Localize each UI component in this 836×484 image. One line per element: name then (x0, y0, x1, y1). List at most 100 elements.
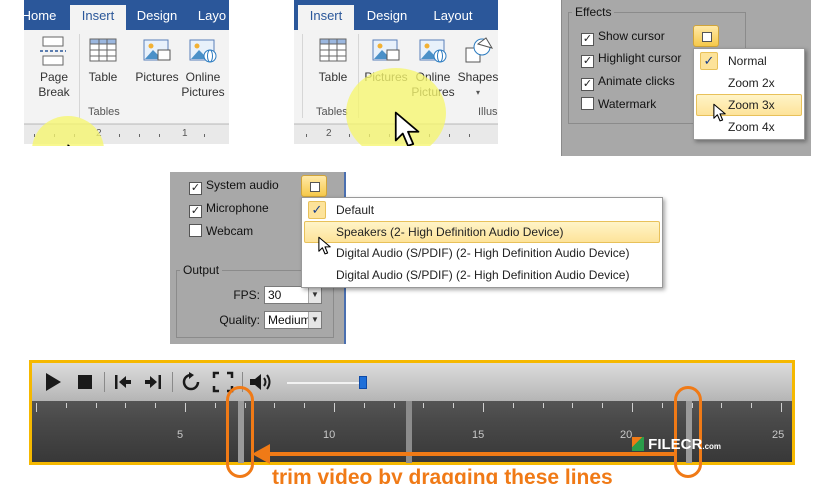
device-menu-item-default[interactable]: ✓ Default (304, 200, 660, 222)
ruler-tick (204, 134, 205, 137)
pictures-button[interactable]: Pictures (132, 36, 182, 85)
timeline-tick (125, 403, 127, 408)
check-icon: ✓ (308, 201, 326, 219)
tab-insert[interactable]: Insert (298, 5, 354, 30)
mouse-cursor-icon (67, 144, 71, 146)
checkbox-box: ✓ (581, 55, 594, 68)
zoom-menu-item-3x[interactable]: Zoom 3x (696, 94, 802, 116)
quality-value: Medium (268, 313, 311, 327)
table-button[interactable]: Table (84, 36, 122, 85)
timeline-tick (95, 403, 97, 408)
zoom-menu-item-4x[interactable]: Zoom 4x (696, 117, 802, 139)
zoom-menu-item-2x[interactable]: Zoom 2x (696, 73, 802, 95)
volume-slider-thumb[interactable] (359, 376, 367, 389)
online-pictures-icon (189, 39, 217, 63)
table-label: Table (88, 70, 118, 84)
trim-end-annotation-ring (674, 386, 702, 478)
webcam-checkbox[interactable]: Webcam (189, 224, 253, 240)
effects-legend: Effects (572, 5, 615, 19)
zoom-option-label: Zoom 3x (728, 98, 775, 112)
tab-insert[interactable]: Insert (70, 5, 126, 30)
zoom-menu: ✓ Normal Zoom 2x Zoom 3x Zoom 4x (693, 48, 805, 140)
fps-label: FPS: (233, 288, 260, 302)
group-separator (79, 34, 80, 118)
highlight-cursor-checkbox[interactable]: ✓ Highlight cursor (581, 51, 682, 68)
timeline-tick (602, 403, 604, 408)
show-cursor-checkbox[interactable]: ✓ Show cursor (581, 29, 665, 46)
trim-start-annotation-ring (226, 386, 254, 478)
online-pictures-icon (419, 39, 447, 63)
system-audio-checkbox[interactable]: ✓ System audio (189, 178, 279, 195)
timeline-tick (781, 403, 782, 412)
arrow-head-icon (252, 444, 270, 464)
tab-home[interactable]: Home (24, 5, 60, 30)
brand-icon (632, 437, 644, 451)
group-label-tables: Tables (316, 106, 348, 118)
ruler-tick (119, 134, 120, 137)
table-icon (89, 38, 117, 62)
table-button[interactable]: Table (314, 36, 352, 85)
cursor-options-dropdown-button[interactable] (693, 25, 719, 47)
shapes-label: Shapes (457, 70, 498, 84)
timeline-tick (214, 403, 216, 408)
device-menu-item-spdif-2[interactable]: Digital Audio (S/PDIF) (2- High Definiti… (304, 265, 660, 287)
skip-to-end-icon[interactable] (142, 371, 164, 393)
toolbar-separator (104, 372, 105, 392)
tab-design[interactable]: Design (130, 5, 184, 30)
ruler-tick (469, 134, 470, 137)
chevron-down-icon: ▾ (475, 88, 480, 97)
zoom-menu-item-normal[interactable]: ✓ Normal (696, 51, 802, 73)
tab-layout[interactable]: Layout (426, 5, 480, 30)
timeline-tick (721, 403, 723, 408)
device-option-label: Default (336, 203, 375, 217)
zoom-option-label: Normal (728, 54, 767, 68)
timeline-tick (274, 403, 276, 408)
ruler-number: 2 (326, 128, 332, 139)
animate-clicks-label: Animate clicks (598, 74, 675, 88)
timeline-tick (483, 403, 484, 412)
watermark-domain: .com (702, 442, 722, 451)
timeline-tick (751, 403, 753, 408)
highlight-cursor-label: Highlight cursor (598, 51, 682, 65)
chevron-down-icon: ▼ (308, 287, 321, 303)
ribbon-tab-bar: Home Insert Design Layo (24, 0, 229, 30)
pictures-icon (372, 39, 400, 61)
effects-panel: Effects ✓ Show cursor ✓ Highlight cursor ✓… (561, 0, 811, 156)
system-audio-label: System audio (206, 178, 279, 192)
shapes-icon (465, 37, 494, 63)
ribbon-panel-middle: Insert Design Layout Table Pict (294, 0, 498, 146)
zoom-option-label: Zoom 2x (728, 76, 775, 90)
show-cursor-label: Show cursor (598, 29, 665, 43)
tab-layout[interactable]: Layo (192, 5, 229, 30)
timeline-tick (453, 403, 455, 408)
table-label: Table (318, 70, 348, 84)
skip-to-start-icon[interactable] (112, 371, 134, 393)
online-pictures-label: Online Pictures (181, 70, 225, 99)
loop-icon[interactable] (180, 371, 202, 393)
group-label-tables: Tables (88, 106, 120, 118)
timeline-tick (334, 403, 335, 412)
fps-select[interactable]: 30 ▼ (264, 286, 322, 304)
timeline-tick (632, 403, 633, 412)
animate-clicks-checkbox[interactable]: ✓ Animate clicks (581, 74, 675, 91)
audio-device-menu: ✓ Default Speakers (2- High Definition A… (301, 197, 663, 288)
watermark-checkbox[interactable]: Watermark (581, 97, 656, 113)
shapes-button[interactable]: Shapes ▾ (456, 36, 498, 100)
group-separator (302, 34, 303, 118)
stop-icon[interactable] (74, 371, 96, 393)
fps-value: 30 (268, 288, 282, 302)
tab-design[interactable]: Design (360, 5, 414, 30)
timeline-tick (65, 403, 67, 408)
device-menu-item-spdif-1[interactable]: Digital Audio (S/PDIF) (2- High Definiti… (304, 243, 660, 265)
online-pictures-button[interactable]: Online Pictures (180, 36, 226, 100)
play-icon[interactable] (42, 371, 64, 393)
quality-select[interactable]: Medium ▼ (264, 311, 322, 329)
zoom-option-label: Zoom 4x (728, 120, 775, 134)
microphone-checkbox[interactable]: ✓ Microphone (189, 201, 269, 218)
device-menu-item-speakers[interactable]: Speakers (2- High Definition Audio Devic… (304, 221, 660, 243)
audio-device-dropdown-button[interactable] (301, 175, 327, 197)
ruler-tick (449, 134, 450, 137)
volume-slider-track[interactable] (287, 382, 367, 384)
volume-icon[interactable] (248, 371, 274, 393)
page-break-button[interactable]: Page Break (34, 36, 74, 100)
